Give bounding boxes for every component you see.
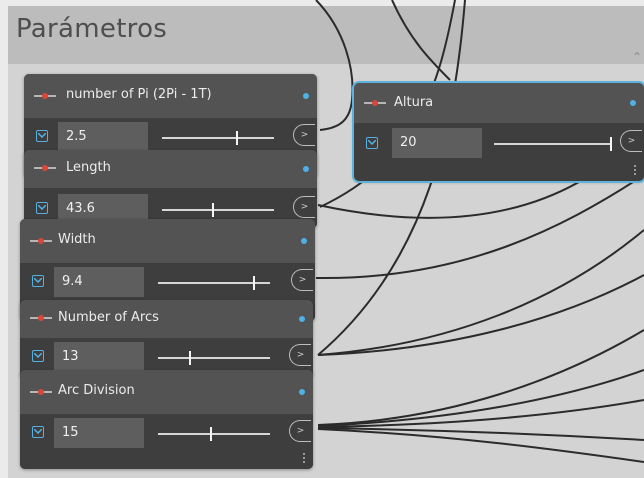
node-header[interactable]: Arc Division xyxy=(20,370,313,414)
output-port[interactable]: > xyxy=(293,124,315,146)
slider-node-altura[interactable]: Altura 20 > xyxy=(352,81,644,183)
node-body: 20 > xyxy=(354,123,644,181)
slider-node-arcs[interactable]: Number of Arcs 13 > xyxy=(20,300,313,378)
value-field[interactable]: 9.4 xyxy=(54,267,144,297)
slider-thumb[interactable] xyxy=(236,131,238,145)
status-dot xyxy=(303,166,309,172)
expand-toggle-icon[interactable] xyxy=(32,426,44,438)
more-options-icon[interactable] xyxy=(634,165,636,175)
status-dot xyxy=(299,389,305,395)
output-port[interactable]: > xyxy=(289,344,311,366)
node-header[interactable]: number of Pi (2Pi - 1T) xyxy=(24,74,317,118)
slider-thumb[interactable] xyxy=(212,203,214,217)
number-slider-icon xyxy=(364,100,386,106)
node-title: Number of Arcs xyxy=(58,310,159,325)
more-options-icon[interactable] xyxy=(303,453,305,463)
node-header[interactable]: Altura xyxy=(354,83,644,123)
expand-toggle-icon[interactable] xyxy=(36,202,48,214)
output-port[interactable]: > xyxy=(291,269,313,291)
number-slider-icon xyxy=(30,238,52,244)
slider-thumb[interactable] xyxy=(210,427,212,441)
status-dot xyxy=(630,100,636,106)
node-title: Width xyxy=(58,232,96,247)
node-body: 15 > xyxy=(20,414,313,469)
workspace-canvas[interactable]: Parámetros ⌃ number of Pi (2Pi - 1T) 2.5… xyxy=(0,0,644,478)
chevron-up-icon[interactable]: ⌃ xyxy=(632,50,642,64)
value-field[interactable]: 2.5 xyxy=(58,122,148,152)
number-slider-icon xyxy=(34,165,56,171)
value-slider[interactable] xyxy=(158,351,270,365)
value-slider[interactable] xyxy=(158,276,270,290)
number-slider-icon xyxy=(34,93,56,99)
group-title: Parámetros xyxy=(16,14,168,44)
value-field[interactable]: 15 xyxy=(54,418,144,448)
number-slider-icon xyxy=(30,389,52,395)
node-title: Length xyxy=(66,160,111,175)
node-title: Arc Division xyxy=(58,383,135,398)
expand-toggle-icon[interactable] xyxy=(32,350,44,362)
output-port[interactable]: > xyxy=(620,130,642,152)
number-slider-icon xyxy=(30,315,52,321)
value-field[interactable]: 20 xyxy=(392,128,482,158)
expand-toggle-icon[interactable] xyxy=(366,137,378,149)
output-port[interactable]: > xyxy=(289,420,311,442)
value-field[interactable]: 13 xyxy=(54,342,144,372)
expand-toggle-icon[interactable] xyxy=(36,130,48,142)
status-dot xyxy=(303,93,309,99)
node-title: number of Pi (2Pi - 1T) xyxy=(66,87,212,102)
slider-thumb[interactable] xyxy=(253,276,255,290)
slider-node-arc-division[interactable]: Arc Division 15 > xyxy=(20,370,313,469)
slider-thumb[interactable] xyxy=(189,351,191,365)
value-slider[interactable] xyxy=(162,131,274,145)
slider-node-length[interactable]: Length 43.6 > xyxy=(24,150,317,228)
group-header[interactable]: Parámetros ⌃ xyxy=(8,6,644,64)
node-title: Altura xyxy=(394,95,434,110)
output-port[interactable]: > xyxy=(293,196,315,218)
value-slider[interactable] xyxy=(162,203,274,217)
node-header[interactable]: Number of Arcs xyxy=(20,300,313,338)
status-dot xyxy=(299,316,305,322)
slider-thumb[interactable] xyxy=(610,137,612,151)
expand-toggle-icon[interactable] xyxy=(32,275,44,287)
node-header[interactable]: Length xyxy=(24,150,317,188)
status-dot xyxy=(301,238,307,244)
node-header[interactable]: Width xyxy=(20,219,315,263)
value-slider[interactable] xyxy=(158,427,270,441)
value-slider[interactable] xyxy=(494,137,612,151)
